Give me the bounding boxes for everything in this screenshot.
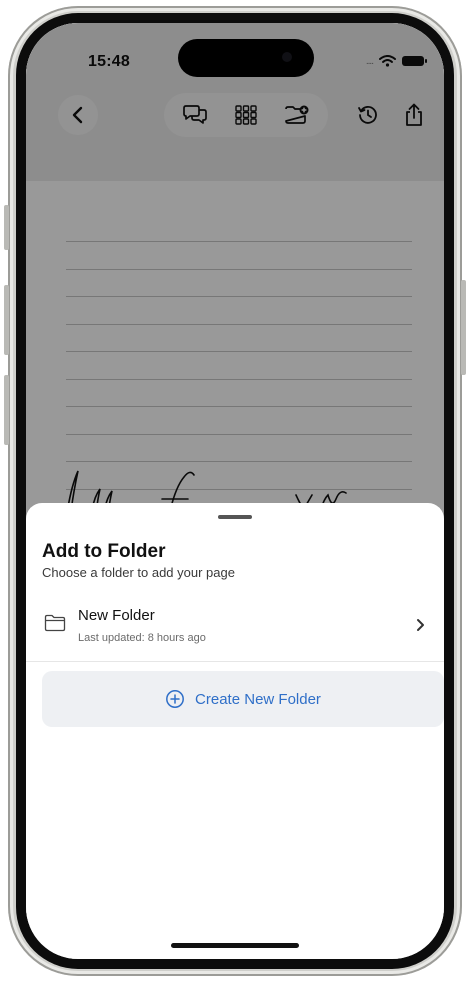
- side-button-power: [461, 280, 466, 375]
- plus-circle-icon: [166, 690, 184, 708]
- screen: 15:48 .... Add to Folder Choose a folder…: [26, 23, 444, 959]
- folder-name: New Folder: [78, 607, 155, 624]
- create-new-folder-button[interactable]: Create New Folder: [42, 671, 444, 727]
- add-to-folder-sheet: Add to Folder Choose a folder to add you…: [26, 503, 444, 959]
- side-button-volume-up: [4, 285, 9, 355]
- home-indicator[interactable]: [171, 943, 299, 948]
- folder-icon: [44, 614, 66, 632]
- sheet-subtitle: Choose a folder to add your page: [42, 565, 235, 580]
- phone-bezel: 15:48 .... Add to Folder Choose a folder…: [16, 13, 454, 969]
- sheet-title: Add to Folder: [42, 541, 166, 562]
- sheet-grabber[interactable]: [218, 515, 252, 519]
- side-button-volume-down: [4, 375, 9, 445]
- folder-row[interactable]: New Folder Last updated: 8 hours ago: [26, 598, 444, 660]
- side-button-action: [4, 205, 9, 250]
- folder-last-updated: Last updated: 8 hours ago: [78, 632, 206, 644]
- create-new-folder-label: Create New Folder: [195, 690, 321, 708]
- divider: [26, 661, 444, 662]
- chevron-right-icon: [417, 619, 424, 631]
